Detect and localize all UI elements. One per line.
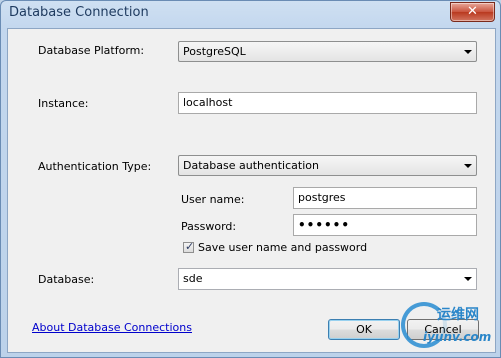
password-value: •••••• [298,218,351,232]
username-input[interactable]: postgres [293,187,477,209]
instance-input[interactable]: localhost [178,92,477,114]
username-label: User name: [181,193,245,206]
chevron-down-icon [464,50,472,54]
password-label: Password: [181,220,237,233]
watermark-url: iyunv.com [423,330,492,344]
ok-button[interactable]: OK [328,319,400,340]
chevron-down-icon [464,164,472,168]
dialog-window: Database Connection ✕ Database Platform:… [0,0,501,358]
platform-select[interactable]: PostgreSQL [178,41,477,62]
instance-label: Instance: [38,97,89,110]
chevron-down-icon [464,277,472,281]
auth-type-select[interactable]: Database authentication [178,155,477,176]
save-credentials-checkbox[interactable]: ✓ [183,240,195,253]
auth-type-value: Database authentication [183,159,319,172]
watermark-brand: 运维网 [437,307,479,323]
watermark-logo: 运维网 iyunv.com [391,296,499,356]
close-button[interactable]: ✕ [450,2,495,22]
close-icon: ✕ [467,4,478,19]
database-select[interactable]: sde [178,268,477,290]
database-value: sde [183,272,203,285]
save-credentials-label[interactable]: Save user name and password [198,241,367,254]
window-title: Database Connection [9,5,149,20]
platform-label: Database Platform: [38,44,145,57]
username-value: postgres [298,191,346,204]
about-connections-link[interactable]: About Database Connections [32,321,192,334]
platform-value: PostgreSQL [183,45,246,58]
password-input[interactable]: •••••• [293,214,477,236]
instance-value: localhost [183,96,233,109]
database-label: Database: [38,273,95,286]
auth-type-label: Authentication Type: [38,160,152,173]
title-bar[interactable]: Database Connection ✕ [1,1,500,29]
checkmark-icon: ✓ [185,240,195,253]
